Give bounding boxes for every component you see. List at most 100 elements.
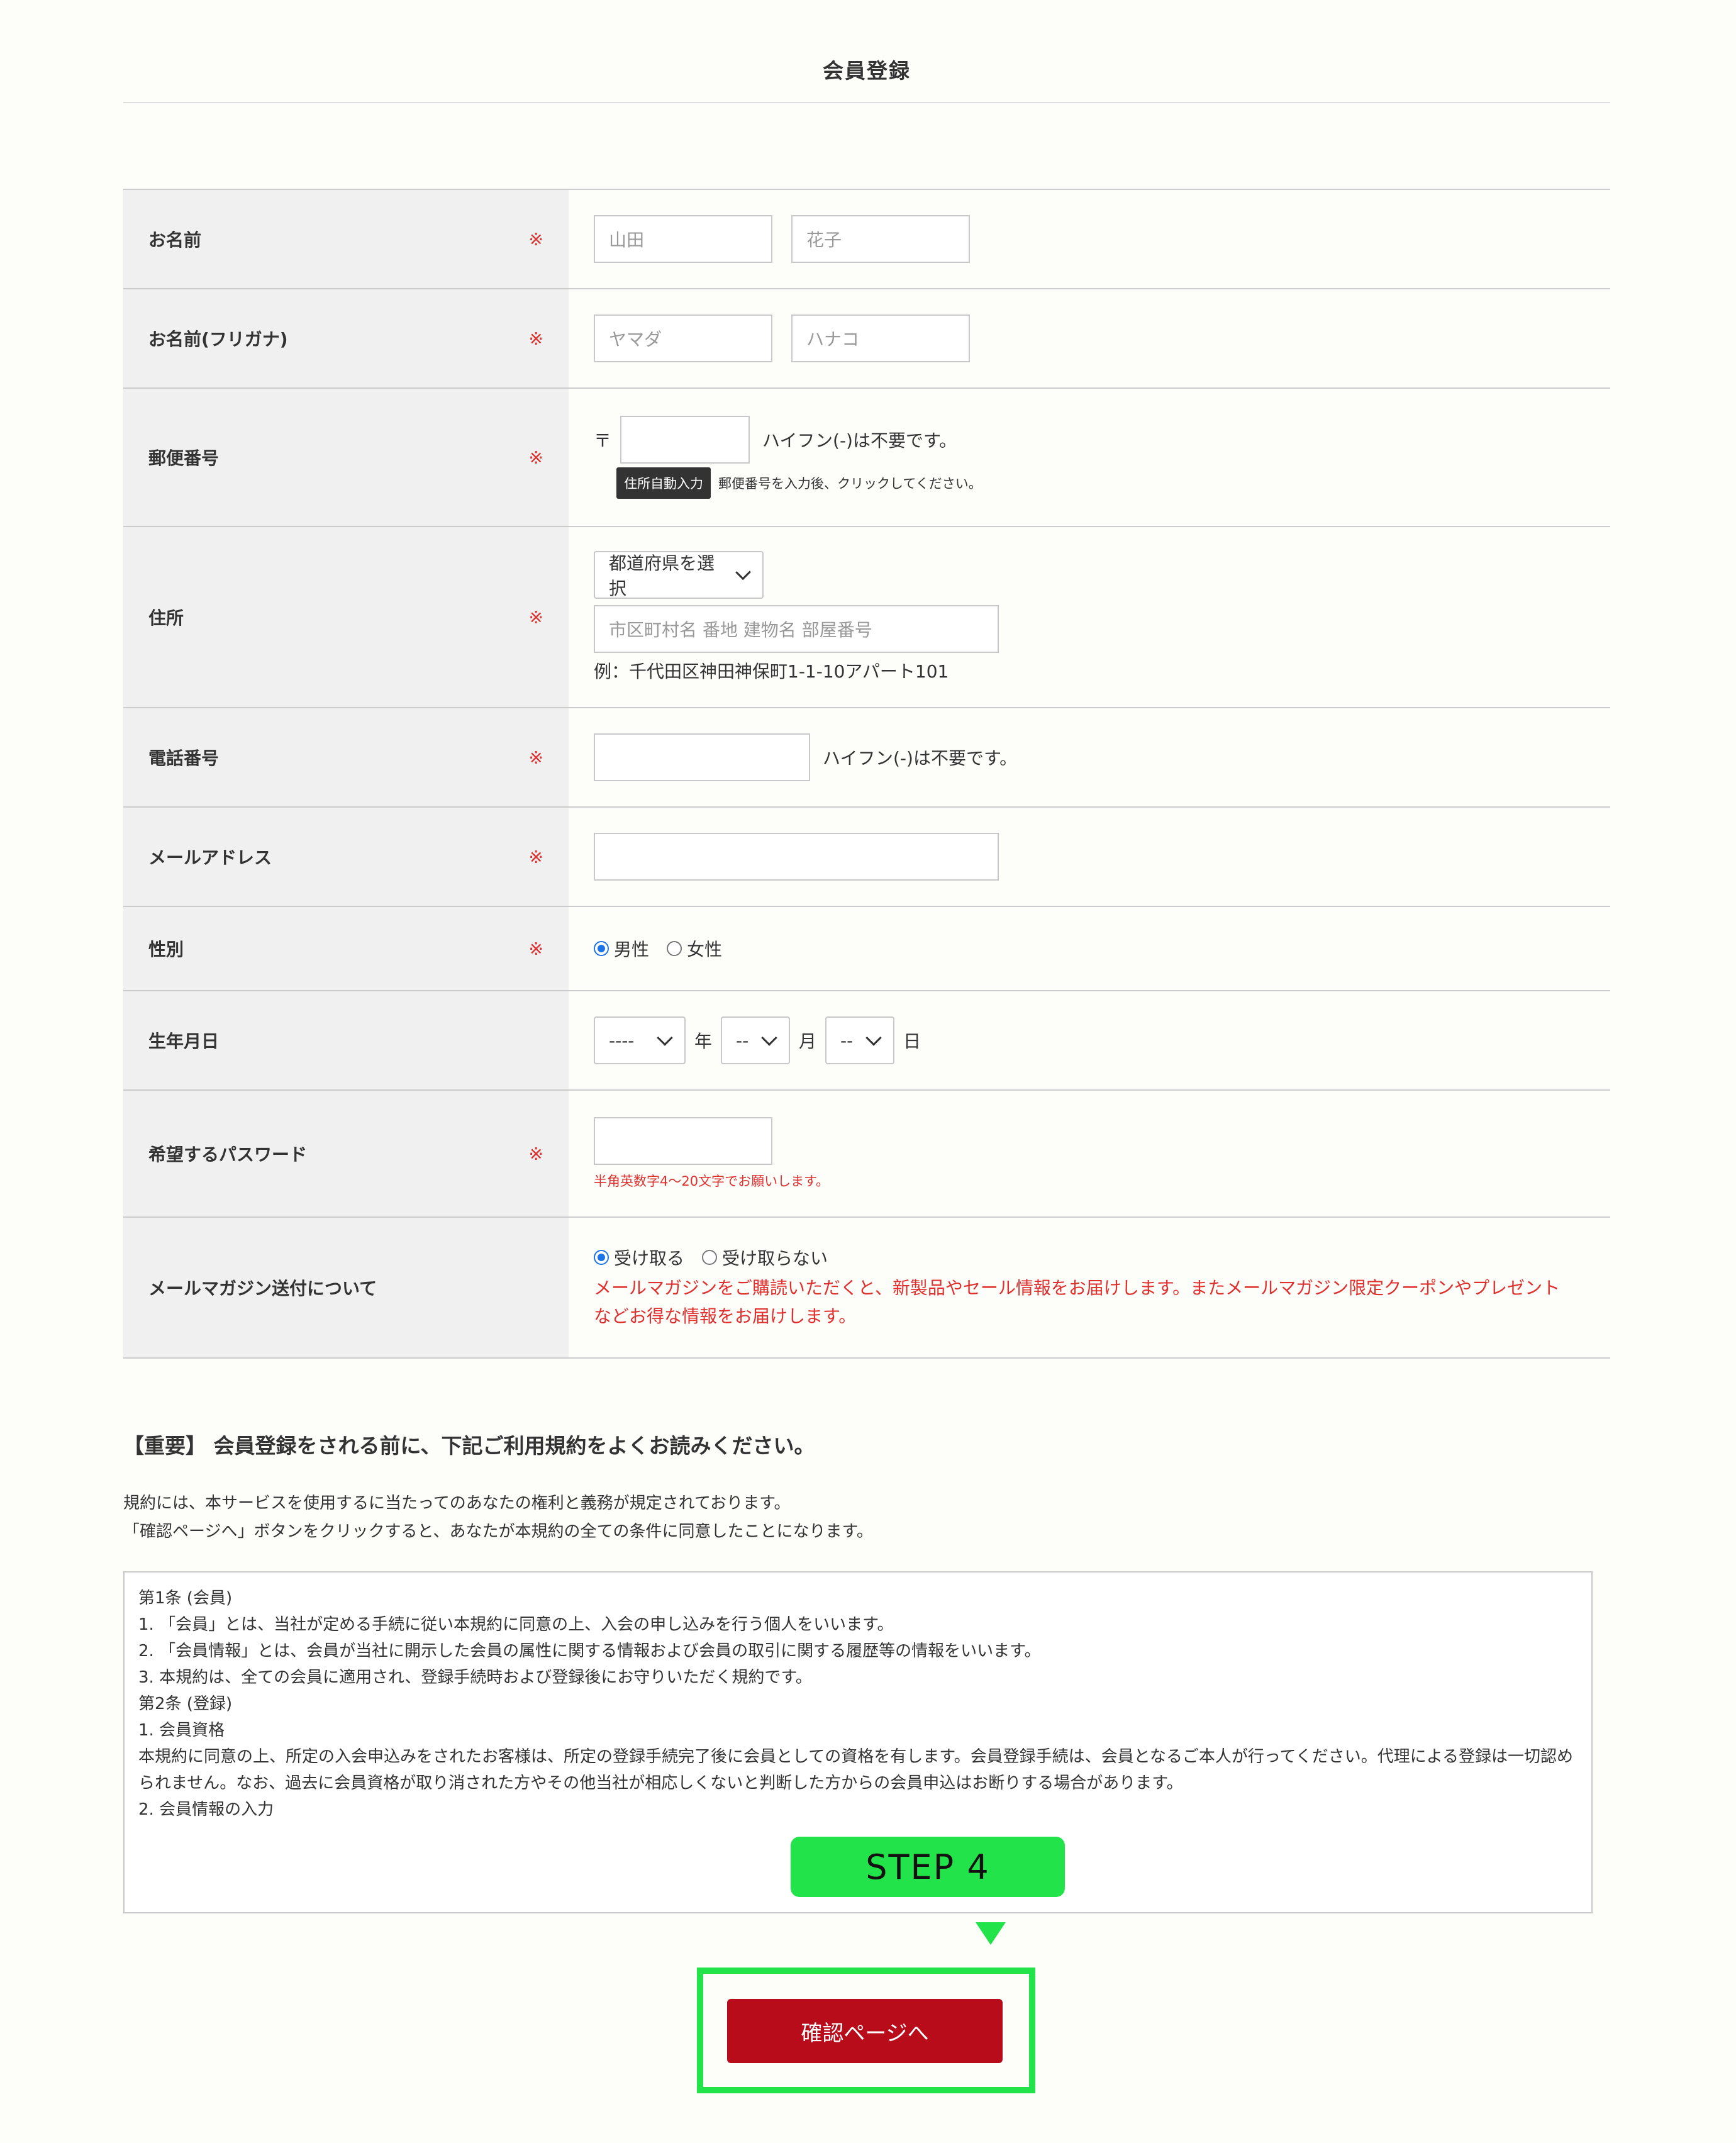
newsletter-label: メールマガジン送付について [148,1278,377,1299]
address-example: 例：千代田区神田神保町1-1-10アパート101 [594,661,949,682]
email-label: メールアドレス [148,847,272,868]
newsletter-decline-radio[interactable]: 受け取らない [702,1245,828,1270]
value-cell: ヤマダ ハナコ [569,289,1610,387]
gender-female-radio[interactable]: 女性 [667,936,722,961]
kana-label: お名前(フリガナ) [148,329,288,350]
phone-hint: ハイフン(-)は不要です。 [823,748,1018,769]
required-mark: ※ [528,228,543,250]
row-email: メールアドレス ※ [123,808,1610,907]
value-cell: 〒 ハイフン(-)は不要です。 住所自動入力 郵便番号を入力後、クリックしてくだ… [569,389,1610,526]
birthday-label: 生年月日 [148,1031,220,1052]
value-cell [569,808,1610,906]
terms-intro-line: 「確認ページへ」ボタンをクリックすると、あなたが本規約の全ての条件に同意したこと… [123,1522,873,1541]
value-cell: 都道府県を選択 市区町村名 番地 建物名 部屋番号 例：千代田区神田神保町1-1… [569,527,1610,707]
birth-month-select[interactable]: -- [721,1016,791,1064]
birth-year-value: ---- [609,1030,635,1051]
required-mark: ※ [528,606,543,628]
auto-address-button[interactable]: 住所自動入力 [616,467,711,499]
row-kana: お名前(フリガナ) ※ ヤマダ ハナコ [123,289,1610,389]
email-input[interactable] [594,833,999,881]
label-cell: 生年月日 [123,991,569,1089]
last-name-input[interactable]: 山田 [594,215,772,263]
prefecture-select[interactable]: 都道府県を選択 [594,551,764,599]
required-mark: ※ [528,447,543,468]
auto-address-hint: 郵便番号を入力後、クリックしてください。 [718,476,982,491]
birth-day-select[interactable]: -- [825,1016,895,1064]
address-input[interactable]: 市区町村名 番地 建物名 部屋番号 [594,605,999,653]
gender-label: 性別 [148,939,184,960]
gender-male-radio[interactable]: 男性 [594,936,649,961]
value-cell: 山田 花子 [569,190,1610,288]
row-newsletter: メールマガジン送付について 受け取る 受け取らない メールマガジンをご購読いただ… [123,1218,1610,1359]
terms-line: 本規約に同意の上、所定の入会申込みをされたお客様は、所定の登録手続完了後に会員と… [138,1747,1573,1793]
label-cell: お名前 ※ [123,190,569,288]
phone-label: 電話番号 [148,748,220,769]
terms-intro-line: 規約には、本サービスを使用するに当たってのあなたの権利と義務が規定されております… [123,1494,791,1513]
gender-option-label: 男性 [614,939,650,960]
terms-line: 1. 「会員」とは、当社が定める手続に従い本規約に同意の上、入会の申し込みを行う… [138,1615,894,1634]
label-cell: 希望するパスワード ※ [123,1091,569,1216]
label-cell: メールマガジン送付について [123,1218,569,1357]
chevron-down-icon [761,1030,777,1046]
page-title: 会員登録 [123,0,1610,103]
prefecture-select-value: 都道府県を選択 [609,553,715,599]
value-cell: 半角英数字4〜20文字でお願いします。 [569,1091,1610,1216]
last-name-kana-input[interactable]: ヤマダ [594,314,772,362]
row-gender: 性別 ※ 男性 女性 [123,907,1610,991]
birth-month-value: -- [736,1030,749,1051]
terms-heading: 【重要】 会員登録をされる前に、下記ご利用規約をよくお読みください。 [123,1433,815,1458]
row-password: 希望するパスワード ※ 半角英数字4〜20文字でお願いします。 [123,1091,1610,1218]
label-cell: お名前(フリガナ) ※ [123,289,569,387]
birth-year-select[interactable]: ---- [594,1016,686,1064]
name-label: お名前 [148,230,202,250]
arrow-down-icon [976,1922,1006,1945]
row-postal: 郵便番号 ※ 〒 ハイフン(-)は不要です。 住所自動入力 郵便番号を入力後、クリ… [123,389,1610,527]
row-phone: 電話番号 ※ ハイフン(-)は不要です。 [123,708,1610,808]
radio-unchecked-icon [667,941,682,956]
label-cell: メールアドレス ※ [123,808,569,906]
password-label: 希望するパスワード [148,1144,308,1165]
value-cell: 受け取る 受け取らない メールマガジンをご購読いただくと、新製品やセール情報をお… [569,1218,1610,1357]
chevron-down-icon [735,564,751,581]
radio-unchecked-icon [702,1250,718,1265]
phone-input[interactable] [594,733,810,781]
confirm-page-button[interactable]: 確認ページへ [727,1999,1003,2063]
month-unit: 月 [799,1031,817,1052]
postal-mark: 〒 [594,430,612,451]
postal-code-input[interactable] [620,416,750,464]
required-mark: ※ [528,328,543,349]
first-name-kana-input[interactable]: ハナコ [791,314,970,362]
terms-line: 第2条 (登録) [138,1695,233,1713]
required-mark: ※ [528,1143,543,1164]
gender-option-label: 女性 [687,939,723,960]
required-mark: ※ [528,846,543,867]
registration-form: お名前 ※ 山田 花子 お名前(フリガナ) ※ ヤマダ ハナコ 郵便番号 ※ 〒… [123,189,1610,1359]
terms-intro: 規約には、本サービスを使用するに当たってのあなたの権利と義務が規定されております… [123,1489,873,1546]
label-cell: 郵便番号 ※ [123,389,569,526]
newsletter-note: メールマガジンをご購読いただくと、新製品やセール情報をお届けします。またメールマ… [594,1277,1561,1327]
password-input[interactable] [594,1117,772,1165]
radio-checked-icon [594,941,609,956]
first-name-input[interactable]: 花子 [791,215,970,263]
address-label: 住所 [148,608,184,628]
required-mark: ※ [528,938,543,959]
birth-day-value: -- [840,1030,854,1051]
newsletter-option-label: 受け取る [614,1248,685,1269]
newsletter-accept-radio[interactable]: 受け取る [594,1245,684,1270]
label-cell: 住所 ※ [123,527,569,707]
row-address: 住所 ※ 都道府県を選択 市区町村名 番地 建物名 部屋番号 例：千代田区神田神保… [123,527,1610,708]
value-cell: 男性 女性 [569,907,1610,990]
postal-hint: ハイフン(-)は不要です。 [762,430,957,451]
registration-page: 会員登録 お名前 ※ 山田 花子 お名前(フリガナ) ※ ヤマダ ハナコ 郵便番… [123,0,1610,2093]
value-cell: ---- 年 -- 月 -- 日 [569,991,1610,1089]
newsletter-option-label: 受け取らない [722,1248,828,1269]
label-cell: 性別 ※ [123,907,569,990]
step-badge: STEP 4 [791,1837,1065,1897]
password-hint: 半角英数字4〜20文字でお願いします。 [594,1174,829,1189]
radio-checked-icon [594,1250,609,1265]
row-birthday: 生年月日 ---- 年 -- 月 -- 日 [123,991,1610,1091]
year-unit: 年 [694,1031,713,1052]
terms-line: 2. 「会員情報」とは、会員が当社に開示した会員の属性に関する情報および会員の取… [138,1642,1041,1661]
required-mark: ※ [528,747,543,768]
terms-line: 2. 会員情報の入力 [138,1800,274,1819]
